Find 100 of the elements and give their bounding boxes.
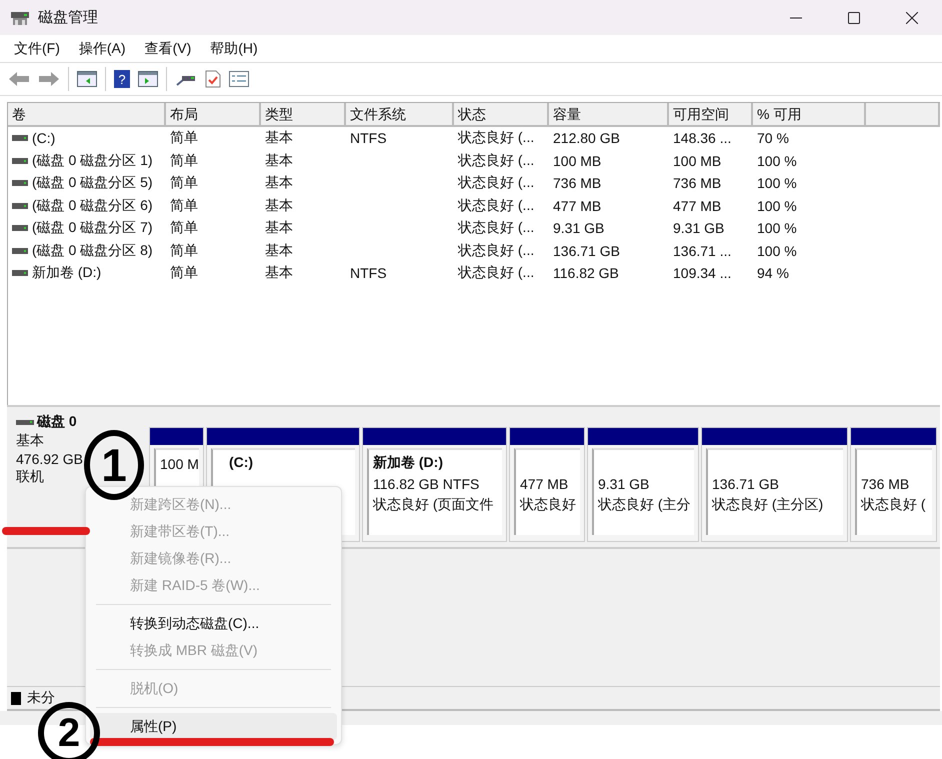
- column-header[interactable]: 布局: [166, 103, 261, 127]
- table-cell: 基本: [265, 174, 293, 192]
- partition-header-bar: [150, 428, 203, 445]
- table-cell: 简单: [170, 242, 198, 260]
- table-cell: 100 %: [757, 198, 797, 214]
- checked-document-icon[interactable]: [205, 70, 221, 88]
- partition-block[interactable]: 477 MB 状态良好: [509, 427, 585, 542]
- window-title: 磁盘管理: [38, 8, 98, 27]
- volume-icon: [12, 158, 28, 164]
- table-cell: (C:): [32, 130, 56, 146]
- forward-arrow-icon[interactable]: [38, 71, 60, 87]
- maximize-icon[interactable]: [848, 12, 860, 24]
- partition-label: 新加卷 (D:): [373, 454, 444, 472]
- table-cell: 9.31 GB: [553, 220, 604, 236]
- volume-icon: [12, 180, 28, 186]
- disk-type: 基本: [16, 432, 45, 450]
- volume-icon: [12, 135, 28, 142]
- column-header[interactable]: 可用空间: [669, 103, 753, 127]
- close-icon[interactable]: [906, 12, 918, 24]
- disk-status: 联机: [16, 468, 45, 486]
- disk-name: 磁盘 0: [37, 413, 77, 431]
- table-cell: (磁盘 0 磁盘分区 7): [32, 219, 153, 238]
- table-cell: 简单: [170, 174, 198, 192]
- table-cell: 状态良好 (...: [458, 196, 534, 215]
- table-cell: 136.71 ...: [673, 242, 732, 259]
- table-cell: 简单: [170, 219, 198, 238]
- partition-block[interactable]: 736 MB 状态良好 (: [850, 427, 937, 542]
- table-cell: 9.31 GB: [673, 220, 724, 236]
- menu-item[interactable]: 文件(F): [14, 40, 60, 58]
- table-cell: 状态良好 (...: [458, 152, 534, 170]
- table-cell: 94 %: [757, 265, 789, 282]
- partition-status: 状态良好 (主分: [598, 495, 690, 514]
- partition-size: 116.82 GB NTFS: [373, 475, 480, 494]
- table-cell: 状态良好 (...: [458, 264, 534, 282]
- table-cell: 基本: [265, 152, 293, 170]
- table-cell: 简单: [170, 196, 198, 215]
- partition-block[interactable]: 新加卷 (D:) 116.82 GB NTFS 状态良好 (页面文件: [362, 427, 507, 542]
- table-cell: 状态良好 (...: [458, 242, 534, 260]
- table-cell: 212.80 GB: [553, 130, 620, 146]
- table-cell: (磁盘 0 磁盘分区 6): [32, 196, 153, 215]
- pane-icon[interactable]: [138, 71, 158, 87]
- partition-block[interactable]: 136.71 GB 状态良好 (主分区): [701, 427, 848, 542]
- menu-item[interactable]: 属性(P): [90, 713, 337, 740]
- menu-item[interactable]: 转换到动态磁盘(C)...: [90, 610, 337, 637]
- back-arrow-icon[interactable]: [8, 71, 30, 87]
- partition-size: 9.31 GB: [598, 475, 650, 494]
- partition-status: 状态良好 (: [861, 495, 927, 514]
- table-cell: 148.36 ...: [673, 130, 732, 146]
- table-cell: 736 MB: [673, 175, 722, 192]
- table-cell: NTFS: [350, 265, 387, 282]
- table-cell: 736 MB: [553, 175, 602, 192]
- disk-drive-icon: [16, 420, 34, 424]
- table-cell: 新加卷 (D:): [32, 264, 102, 282]
- menu-item[interactable]: 查看(V): [144, 40, 192, 58]
- table-cell: 基本: [265, 242, 293, 260]
- table-cell: 100 MB: [553, 152, 602, 169]
- column-header[interactable]: 类型: [261, 103, 346, 127]
- table-cell: 基本: [265, 129, 293, 148]
- table-cell: 70 %: [757, 130, 789, 146]
- table-cell: 简单: [170, 152, 198, 170]
- table-cell: 116.82 GB: [553, 265, 619, 282]
- partition-size: 136.71 GB: [712, 475, 780, 494]
- column-header[interactable]: % 可用: [753, 103, 866, 127]
- table-cell: 100 MB: [673, 152, 722, 169]
- table-cell: (磁盘 0 磁盘分区 5): [32, 174, 153, 192]
- partition-status: 状态良好: [520, 495, 576, 514]
- partition-status: 状态良好 (主分区): [712, 495, 824, 514]
- pane-icon[interactable]: [77, 71, 97, 87]
- table-cell: 简单: [170, 129, 198, 148]
- table-cell: 状态良好 (...: [458, 174, 534, 192]
- table-cell: NTFS: [350, 130, 387, 146]
- table-cell: 基本: [265, 219, 293, 238]
- table-cell: (磁盘 0 磁盘分区 1): [32, 152, 153, 170]
- partition-block[interactable]: 9.31 GB 状态良好 (主分: [587, 427, 699, 542]
- checklist-icon[interactable]: [229, 71, 249, 87]
- column-header[interactable]: 文件系统: [346, 103, 454, 127]
- disk-drive-icon: [10, 10, 30, 26]
- partition-size: 736 MB: [861, 475, 910, 494]
- table-cell: 基本: [265, 196, 293, 215]
- menu-item[interactable]: 帮助(H): [210, 40, 258, 58]
- table-cell: 100 %: [757, 175, 797, 192]
- table-cell: 基本: [265, 264, 293, 282]
- partition-size: 477 MB: [520, 475, 570, 494]
- column-header[interactable]: 卷: [8, 103, 166, 127]
- table-cell: 简单: [170, 264, 198, 282]
- help-icon[interactable]: ?: [114, 70, 130, 88]
- table-cell: 477 MB: [673, 198, 722, 214]
- table-cell: (磁盘 0 磁盘分区 8): [32, 242, 153, 260]
- partition-label: (C:): [228, 454, 254, 472]
- column-header[interactable]: 容量: [549, 103, 669, 127]
- table-cell: 100 %: [757, 242, 797, 259]
- table-cell: 100 %: [757, 152, 797, 169]
- table-cell: 109.34 ...: [673, 265, 732, 282]
- table-cell: 状态良好 (...: [458, 129, 534, 148]
- table-cell: 100 %: [757, 220, 797, 236]
- volume-icon: [12, 202, 28, 209]
- column-header[interactable]: 状态: [454, 103, 549, 127]
- volume-icon: [12, 225, 28, 232]
- volume-icon: [12, 270, 28, 276]
- menu-item[interactable]: 操作(A): [78, 40, 126, 58]
